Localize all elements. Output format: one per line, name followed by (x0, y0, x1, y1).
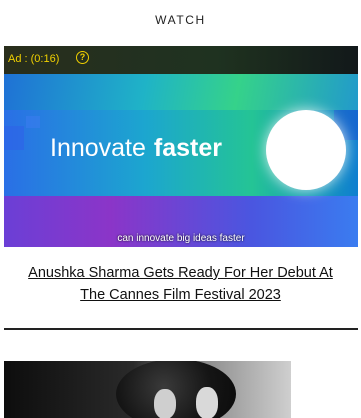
ad-headline: Innovate faster (50, 134, 222, 163)
ad-countdown: Ad : (0:16) (8, 53, 60, 65)
decorative-square (4, 126, 24, 150)
decorative-square (26, 116, 40, 128)
question-circle-icon[interactable]: ? (76, 51, 89, 64)
article-title-link[interactable]: Anushka Sharma Gets Ready For Her Debut … (20, 262, 341, 306)
photo-face-shape (196, 387, 218, 418)
video-player[interactable]: Ad : (0:16) ? Innovate faster can innovat… (4, 46, 358, 247)
ad-headline-light: Innovate (50, 134, 146, 162)
section-divider (4, 328, 358, 330)
ad-headline-bold: faster (153, 134, 223, 162)
ad-circle-graphic (266, 110, 346, 190)
section-title: WATCH (155, 13, 206, 27)
photo-face-shape (154, 389, 176, 418)
photo-hair-shape (116, 361, 236, 418)
video-caption: can innovate big ideas faster (117, 233, 245, 244)
article-thumbnail[interactable] (4, 361, 291, 418)
